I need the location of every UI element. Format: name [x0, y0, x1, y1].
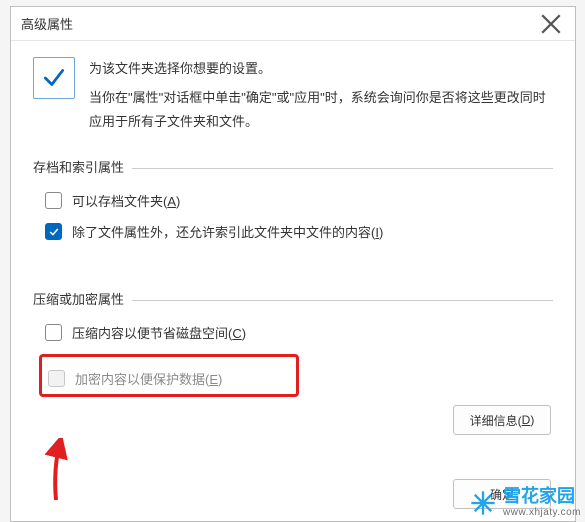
encrypt-row: 加密内容以便保护数据(E) — [48, 367, 290, 390]
compress-group-title: 压缩或加密属性 — [33, 289, 132, 308]
watermark-name: 雪花家园 — [503, 487, 581, 507]
details-button[interactable]: 详细信息(D) — [453, 405, 551, 435]
watermark-url: www.xhjaty.com — [503, 507, 581, 518]
index-checkbox[interactable] — [45, 223, 62, 240]
intro-section: 为该文件夹选择你想要的设置。 当你在"属性"对话框中单击"确定"或"应用"时，系… — [33, 57, 553, 135]
encrypt-highlight: 加密内容以便保护数据(E) — [39, 354, 299, 397]
compress-row[interactable]: 压缩内容以便节省磁盘空间(C) — [33, 317, 553, 348]
encrypt-checkbox — [48, 370, 65, 387]
compress-checkbox[interactable] — [45, 324, 62, 341]
dialog-content: 为该文件夹选择你想要的设置。 当你在"属性"对话框中单击"确定"或"应用"时，系… — [11, 41, 575, 407]
dialog-title: 高级属性 — [21, 14, 537, 33]
details-button-row: 详细信息(D) — [453, 405, 551, 435]
archive-checkbox[interactable] — [45, 192, 62, 209]
archive-index-group: 存档和索引属性 可以存档文件夹(A) 除了文件属性外，还允许索引此文件夹中文件的… — [33, 157, 553, 247]
archive-group-title: 存档和索引属性 — [33, 157, 132, 176]
index-row[interactable]: 除了文件属性外，还允许索引此文件夹中文件的内容(I) — [33, 216, 553, 247]
titlebar: 高级属性 — [11, 7, 575, 41]
encrypt-label: 加密内容以便保护数据(E) — [75, 369, 222, 388]
compress-encrypt-group: 压缩或加密属性 压缩内容以便节省磁盘空间(C) 加密内容以便保护数据(E) — [33, 289, 553, 397]
archive-label: 可以存档文件夹(A) — [72, 191, 180, 210]
advanced-attributes-dialog: 高级属性 为该文件夹选择你想要的设置。 当你在"属性"对话框中单击"确定"或"应… — [10, 6, 576, 522]
close-button[interactable] — [537, 10, 565, 38]
intro-line-1: 为该文件夹选择你想要的设置。 — [89, 57, 553, 82]
close-icon — [537, 10, 565, 38]
snowflake-icon — [469, 489, 497, 517]
index-label: 除了文件属性外，还允许索引此文件夹中文件的内容(I) — [72, 222, 383, 241]
check-icon — [48, 226, 60, 238]
watermark: 雪花家园 www.xhjaty.com — [469, 487, 581, 518]
archive-row[interactable]: 可以存档文件夹(A) — [33, 185, 553, 216]
compress-label: 压缩内容以便节省磁盘空间(C) — [72, 323, 246, 342]
intro-text: 为该文件夹选择你想要的设置。 当你在"属性"对话框中单击"确定"或"应用"时，系… — [89, 57, 553, 135]
settings-check-icon — [33, 57, 75, 99]
intro-line-2: 当你在"属性"对话框中单击"确定"或"应用"时，系统会询问你是否将这些更改同时应… — [89, 86, 553, 135]
